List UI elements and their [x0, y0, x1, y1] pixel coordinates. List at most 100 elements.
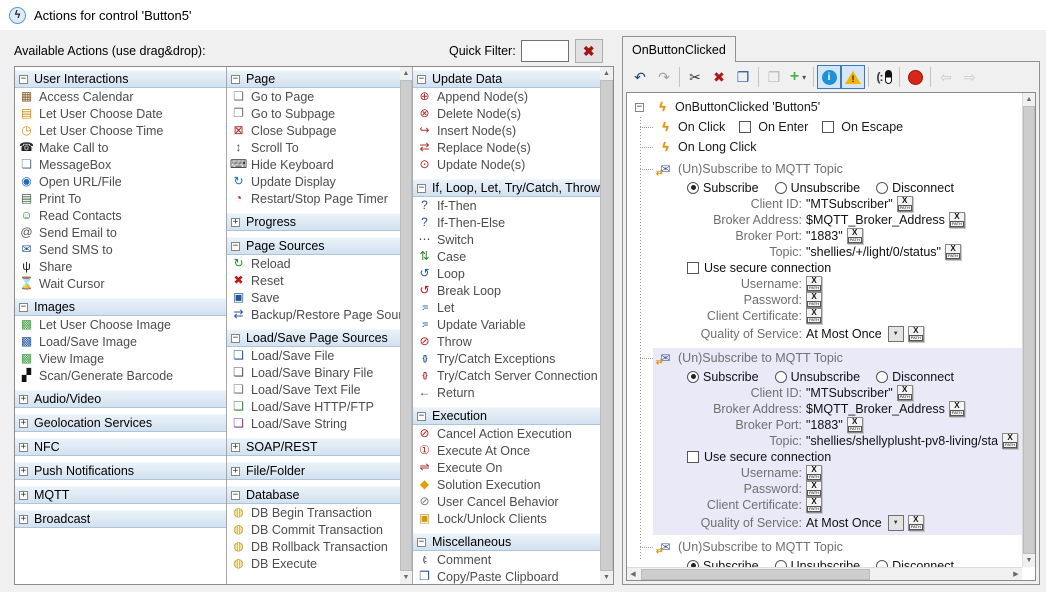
- action-item[interactable]: ☎Make Call to: [15, 139, 226, 156]
- field-value[interactable]: XPATH: [806, 465, 822, 481]
- xpath-button[interactable]: XPATH: [806, 308, 822, 324]
- action-item[interactable]: ⊕Append Node(s): [413, 88, 600, 105]
- xpath-button[interactable]: XPATH: [897, 196, 913, 212]
- column-scrollbar[interactable]: ▲▼: [600, 67, 613, 584]
- checkbox[interactable]: [739, 121, 751, 133]
- undo-icon[interactable]: ↶: [628, 65, 652, 89]
- event-row[interactable]: ϟOn ClickOn EnterOn Escape: [640, 117, 1022, 137]
- record-icon[interactable]: [903, 65, 927, 89]
- scroll-up-icon[interactable]: ▲: [1023, 93, 1035, 106]
- action-item[interactable]: ▦Access Calendar: [15, 88, 226, 105]
- action-item[interactable]: ❐Go to Subpage: [227, 105, 400, 122]
- xpath-button[interactable]: XPATH: [949, 212, 965, 228]
- scroll-up-icon[interactable]: ▲: [400, 67, 412, 80]
- action-item[interactable]: ⋯Switch: [413, 231, 600, 248]
- expand-icon[interactable]: +: [231, 467, 240, 476]
- field-value[interactable]: "1883"XPATH: [806, 228, 863, 244]
- xpath-button[interactable]: XPATH: [908, 326, 924, 342]
- add-action-icon[interactable]: +▾: [786, 65, 810, 89]
- mqtt-action-block[interactable]: ✉⇄(Un)Subscribe to MQTT TopicSubscribeUn…: [653, 348, 1022, 535]
- action-item[interactable]: ◍DB Commit Transaction: [227, 521, 400, 538]
- action-item[interactable]: ❏Load/Save Binary File: [227, 364, 400, 381]
- field-value[interactable]: $MQTT_Broker_AddressXPATH: [806, 401, 965, 417]
- forward-icon[interactable]: ⇨: [958, 65, 982, 89]
- field-value[interactable]: At Most Once▼XPATH: [806, 515, 924, 531]
- comment-toggle-icon[interactable]: (:: [872, 65, 896, 89]
- xpath-button[interactable]: XPATH: [945, 244, 961, 260]
- action-title-row[interactable]: ✉⇄(Un)Subscribe to MQTT Topic: [653, 348, 1022, 368]
- action-item[interactable]: ⌛Wait Cursor: [15, 275, 226, 292]
- scroll-thumb[interactable]: [1023, 106, 1035, 554]
- tree-root-row[interactable]: −ϟOnButtonClicked 'Button5': [631, 97, 1022, 117]
- action-item[interactable]: ☺Read Contacts: [15, 207, 226, 224]
- expand-icon[interactable]: +: [19, 395, 28, 404]
- field-value[interactable]: "MTSubscriber"XPATH: [806, 196, 913, 212]
- action-item[interactable]: ↻Update Display: [227, 173, 400, 190]
- radio-subscribe[interactable]: [687, 182, 699, 194]
- action-item[interactable]: ⌨Hide Keyboard: [227, 156, 400, 173]
- expand-icon[interactable]: +: [19, 467, 28, 476]
- quick-filter-input[interactable]: [521, 40, 569, 62]
- action-item[interactable]: ↪Insert Node(s): [413, 122, 600, 139]
- action-item[interactable]: :=Update Variable: [413, 316, 600, 333]
- action-item[interactable]: ?If-Then: [413, 197, 600, 214]
- section-header[interactable]: +Geolocation Services: [15, 414, 226, 432]
- radio-disconnect[interactable]: [876, 560, 888, 568]
- action-item[interactable]: :=Let: [413, 299, 600, 316]
- xpath-button[interactable]: XPATH: [949, 401, 965, 417]
- action-item[interactable]: ◍DB Begin Transaction: [227, 504, 400, 521]
- xpath-button[interactable]: XPATH: [847, 417, 863, 433]
- dropdown-icon[interactable]: ▼: [888, 515, 904, 531]
- collapse-icon[interactable]: −: [19, 75, 28, 84]
- radio-unsubscribe[interactable]: [775, 560, 787, 568]
- action-item[interactable]: @Send Email to: [15, 224, 226, 241]
- radio-disconnect[interactable]: [876, 371, 888, 383]
- collapse-icon[interactable]: −: [19, 303, 28, 312]
- field-value[interactable]: XPATH: [806, 308, 822, 324]
- action-item[interactable]: ◍DB Execute: [227, 555, 400, 572]
- action-item[interactable]: ←Return: [413, 384, 600, 401]
- expand-icon[interactable]: +: [231, 443, 240, 452]
- action-item[interactable]: ⊘Throw: [413, 333, 600, 350]
- action-title-row[interactable]: ✉⇄(Un)Subscribe to MQTT Topic: [653, 537, 1022, 557]
- scroll-thumb[interactable]: [400, 80, 412, 571]
- scroll-down-icon[interactable]: ▼: [1023, 554, 1035, 567]
- action-item[interactable]: ①Execute At Once: [413, 442, 600, 459]
- action-item[interactable]: ⊠Close Subpage: [227, 122, 400, 139]
- scroll-thumb[interactable]: [600, 80, 613, 571]
- expand-icon[interactable]: +: [19, 491, 28, 500]
- field-value[interactable]: "shellies/+/light/0/status"XPATH: [806, 244, 961, 260]
- action-item[interactable]: ↺Break Loop: [413, 282, 600, 299]
- action-item[interactable]: ◔Restart/Stop Page Timer: [227, 190, 400, 207]
- section-header[interactable]: −Images: [15, 298, 226, 316]
- action-item[interactable]: ❏MessageBox: [15, 156, 226, 173]
- section-header[interactable]: +SOAP/REST: [227, 438, 400, 456]
- action-item[interactable]: ⇌Execute On: [413, 459, 600, 476]
- action-item[interactable]: ❏Load/Save String: [227, 415, 400, 432]
- redo-icon[interactable]: ↷: [652, 65, 676, 89]
- delete-icon[interactable]: ✖: [707, 65, 731, 89]
- section-header[interactable]: −Page Sources: [227, 237, 400, 255]
- action-item[interactable]: ◆Solution Execution: [413, 476, 600, 493]
- event-row[interactable]: ϟOn Long Click: [640, 137, 1022, 157]
- action-item[interactable]: ◷Let User Choose Time: [15, 122, 226, 139]
- collapse-icon[interactable]: −: [231, 75, 240, 84]
- field-value[interactable]: XPATH: [806, 292, 822, 308]
- action-item[interactable]: ▞Scan/Generate Barcode: [15, 367, 226, 384]
- action-item[interactable]: ▩View Image: [15, 350, 226, 367]
- action-item[interactable]: ▤Let User Choose Date: [15, 105, 226, 122]
- collapse-icon[interactable]: −: [231, 334, 240, 343]
- tree-vertical-scrollbar[interactable]: ▲ ▼: [1022, 93, 1035, 567]
- xpath-button[interactable]: XPATH: [806, 276, 822, 292]
- action-item[interactable]: ?If-Then-Else: [413, 214, 600, 231]
- field-value[interactable]: "MTSubscriber"XPATH: [806, 385, 913, 401]
- field-value[interactable]: XPATH: [806, 276, 822, 292]
- cut-icon[interactable]: ✂: [683, 65, 707, 89]
- section-header[interactable]: −Page: [227, 70, 400, 88]
- section-header[interactable]: +Progress: [227, 213, 400, 231]
- xpath-button[interactable]: XPATH: [897, 385, 913, 401]
- warnings-icon[interactable]: !: [841, 65, 865, 89]
- collapse-icon[interactable]: −: [231, 242, 240, 251]
- xpath-button[interactable]: XPATH: [1002, 433, 1018, 449]
- scroll-left-icon[interactable]: ◀: [627, 568, 639, 581]
